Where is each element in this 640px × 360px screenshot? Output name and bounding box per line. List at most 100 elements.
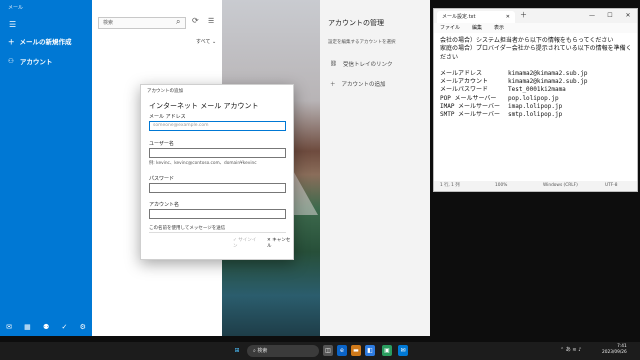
notepad-titlebar: メール設定.txt ✕ ＋ — ☐ ✕	[434, 9, 637, 23]
dialog-heading: インターネット メール アカウント	[149, 102, 259, 110]
calendar-icon[interactable]: ▦	[24, 323, 31, 331]
accounts-label: アカウント	[19, 58, 53, 66]
system-tray: ⌃ あ ≋ ♪	[560, 346, 581, 353]
start-windows-icon[interactable]: ⊞	[232, 345, 242, 356]
account-name-label: アカウント名	[149, 202, 180, 208]
taskbar-search[interactable]: ⌕ 検索	[247, 345, 319, 357]
link-inboxes-label: 受信トレイのリンク	[342, 62, 393, 68]
settings-row: メールアドレス kimama2@kimama2.sub.jp	[440, 70, 637, 78]
manage-accounts-description: 設定を編集するアカウントを選択	[328, 40, 396, 45]
settings-key: メールパスワード	[440, 86, 489, 94]
intro-line: 家庭の場合）プロバイダー会社から提示されている以下の情報を準備ください	[440, 45, 632, 61]
dialog-divider	[149, 232, 286, 233]
email-label: メール アドレス	[149, 114, 186, 120]
add-account-label: アカウントの追加	[341, 82, 386, 88]
new-mail-label: メールの新規作成	[19, 38, 72, 46]
dialog-caption: アカウントの追加	[147, 89, 183, 94]
password-field[interactable]	[149, 183, 286, 193]
new-tab-icon[interactable]: ＋	[520, 10, 527, 20]
edge-browser-icon[interactable]: e	[337, 345, 347, 356]
notepad-window-controls: — ☐ ✕	[583, 9, 637, 23]
store-icon[interactable]: ◧	[365, 345, 375, 356]
add-account-dialog: アカウントの追加 インターネット メール アカウント メール アドレス some…	[140, 84, 294, 260]
cancel-button[interactable]: ✕ キャンセル	[267, 237, 293, 249]
close-icon[interactable]: ✕	[619, 9, 637, 23]
password-label: パスワード	[149, 176, 175, 182]
mail-taskbar-icon[interactable]: ✉	[398, 345, 408, 356]
filter-icon[interactable]: ☰	[208, 17, 214, 25]
plus-icon: ＋	[330, 82, 336, 88]
settings-value: kimama2@kimama2.sub.jp	[508, 69, 588, 77]
send-as-label: この名前を使用してメッセージを送信	[149, 226, 226, 231]
settings-value: kimama2@kimama2.sub.jp	[508, 78, 588, 86]
notepad-text-area[interactable]: 会社の場合）システム担当者から以下の情報をもらってください 家庭の場合）プロバイ…	[440, 37, 637, 120]
settings-gear-icon[interactable]: ⚙	[80, 323, 86, 331]
settings-key: メールアカウント	[440, 78, 489, 86]
mail-icon[interactable]: ✉	[6, 323, 12, 331]
file-explorer-icon[interactable]: ▬	[351, 345, 361, 356]
dialog-buttons: ✓ サインイン ✕ キャンセル	[233, 237, 293, 249]
mail-navigation-pane: メール ☰ ＋ メールの新規作成 ⚇ アカウント ✉ ▦ ⚉ ✓ ⚙	[0, 0, 92, 336]
todo-icon[interactable]: ✓	[61, 323, 67, 331]
manage-accounts-title: アカウントの管理	[328, 19, 384, 27]
plus-icon: ＋	[8, 38, 15, 46]
manage-accounts-panel: アカウントの管理 設定を編集するアカウントを選択 ⛓ 受信トレイのリンク ＋ ア…	[320, 0, 430, 336]
search-input[interactable]: 検索	[98, 17, 186, 29]
accounts-button[interactable]: ⚇ アカウント	[8, 56, 52, 66]
menu-edit[interactable]: 編集	[472, 23, 482, 33]
email-field[interactable]: someone@example.com	[149, 121, 286, 131]
clock-date: 2023/09/26	[602, 350, 627, 355]
maximize-icon[interactable]: ☐	[601, 9, 619, 23]
account-name-field[interactable]	[149, 209, 286, 219]
menu-view[interactable]: 表示	[494, 23, 504, 33]
settings-value: Test_0001ki2mama	[508, 86, 566, 94]
link-inboxes-button[interactable]: ⛓ 受信トレイのリンク	[330, 60, 393, 68]
filter-dropdown[interactable]: すべて ⌄	[196, 38, 216, 45]
hamburger-menu-icon[interactable]: ☰	[9, 20, 16, 29]
task-view-icon[interactable]: ◫	[323, 345, 333, 356]
signin-button[interactable]: ✓ サインイン	[233, 237, 259, 249]
menu-file[interactable]: ファイル	[440, 23, 460, 33]
minimize-icon[interactable]: —	[583, 9, 601, 23]
taskbar-search-label: 検索	[257, 348, 268, 354]
settings-row: メールパスワード Test_0001ki2mama	[440, 86, 637, 94]
settings-value: pop.lolipop.jp	[508, 94, 559, 102]
wifi-icon[interactable]: ≋	[572, 347, 576, 353]
settings-row: IMAP メールサーバー imap.lolipop.jp	[440, 103, 637, 111]
people-icon[interactable]: ⚉	[43, 323, 49, 331]
sync-icon[interactable]: ⟳	[192, 16, 199, 25]
search-icon[interactable]: ⌕	[176, 17, 180, 27]
encoding: UTF-8	[605, 183, 618, 188]
ime-indicator[interactable]: あ	[566, 347, 571, 353]
mail-bottom-toolbar: ✉ ▦ ⚉ ✓ ⚙	[0, 318, 92, 336]
app-icon[interactable]: ▣	[382, 345, 392, 356]
cursor-position: 1 行, 1 列	[440, 183, 460, 188]
clock[interactable]: 7:41 2023/09/26	[602, 344, 627, 356]
new-mail-button[interactable]: ＋ メールの新規作成	[8, 36, 72, 46]
settings-value: imap.lolipop.jp	[508, 103, 563, 111]
settings-row: メールアカウント kimama2@kimama2.sub.jp	[440, 78, 637, 86]
zoom-level: 100%	[495, 183, 508, 188]
settings-key: メールアドレス	[440, 69, 483, 77]
mail-app-title: メール	[8, 5, 24, 11]
link-icon: ⛓	[330, 61, 337, 67]
settings-key: SMTP メールサーバー	[440, 111, 501, 119]
chevron-up-icon[interactable]: ⌃	[560, 347, 564, 353]
settings-row: SMTP メールサーバー smtp.lolipop.jp	[440, 111, 637, 119]
notepad-statusbar: 1 行, 1 列 100% Windows (CRLF) UTF-8	[434, 181, 637, 191]
settings-key: POP メールサーバー	[440, 94, 497, 102]
settings-row: POP メールサーバー pop.lolipop.jp	[440, 95, 637, 103]
username-field[interactable]	[149, 148, 286, 158]
username-hint: 例: kevinc、kevinc@contoso.com、domain¥kevi…	[149, 161, 257, 166]
person-icon: ⚇	[8, 57, 14, 65]
notepad-tab[interactable]: メール設定.txt ✕	[437, 11, 515, 23]
notepad-menubar: ファイル 編集 表示	[434, 23, 637, 33]
volume-icon[interactable]: ♪	[578, 347, 581, 353]
settings-key: IMAP メールサーバー	[440, 103, 501, 111]
settings-value: smtp.lolipop.jp	[508, 111, 563, 119]
username-label: ユーザー名	[149, 141, 174, 147]
notepad-tab-title: メール設定.txt	[442, 14, 476, 20]
tab-close-icon[interactable]: ✕	[506, 11, 510, 23]
line-ending: Windows (CRLF)	[543, 183, 578, 188]
add-account-button[interactable]: ＋ アカウントの追加	[330, 80, 386, 88]
